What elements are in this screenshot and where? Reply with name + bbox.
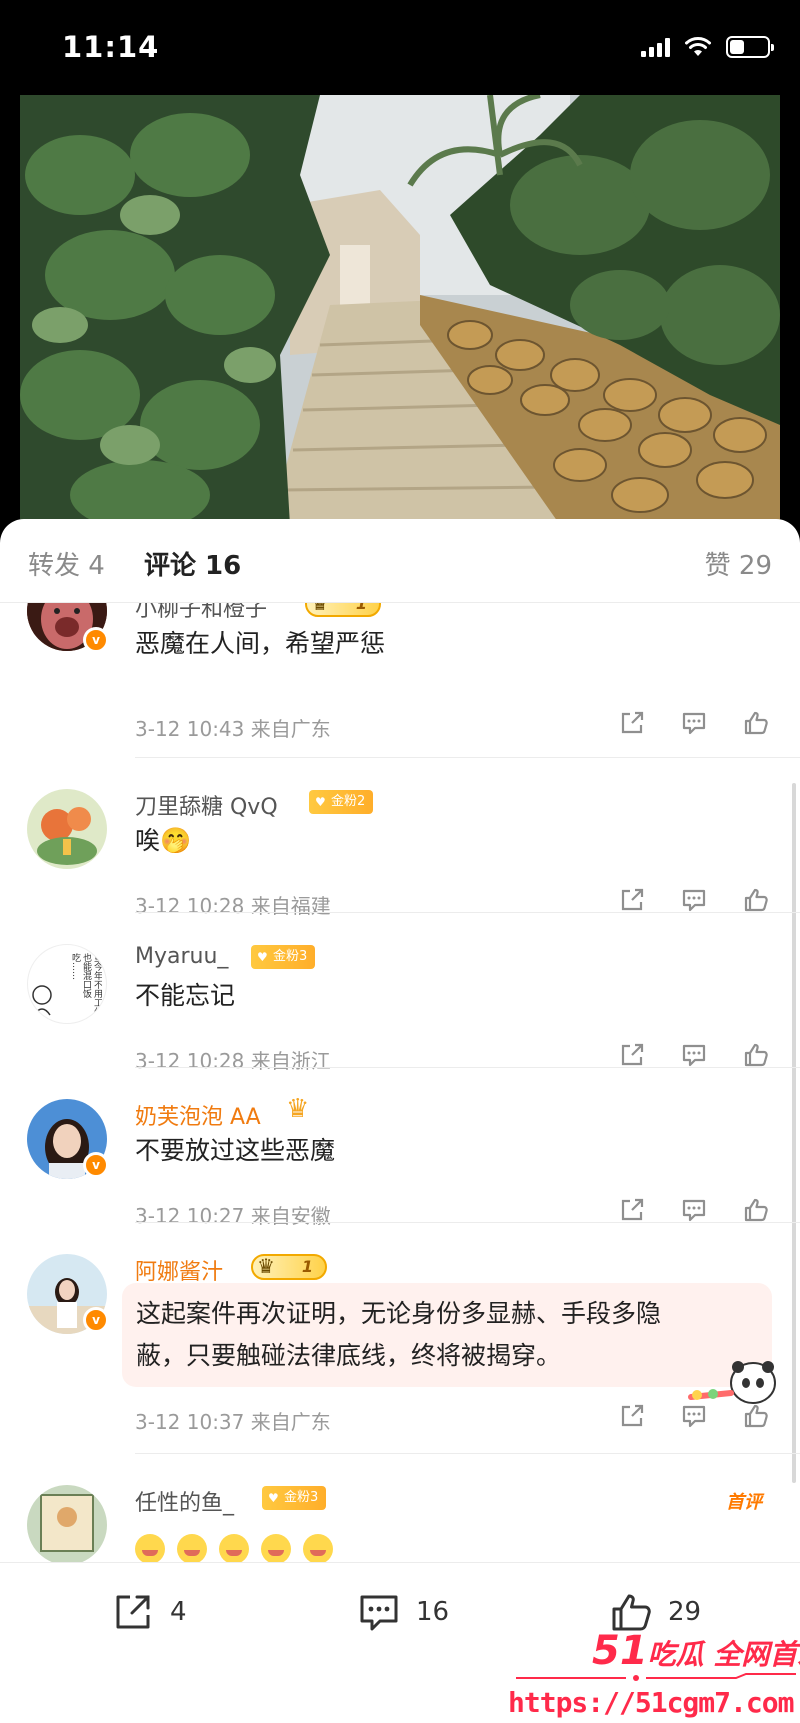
crown-icon: ♛ — [257, 1254, 275, 1278]
wifi-icon — [685, 37, 711, 56]
comment-item: v 阿娜酱汁 ♛ 1 这起案件再次证明，无论身份多显赫、手段多隐 蔽，只要触碰法… — [0, 1223, 800, 1454]
watermark-brand-text: 吃瓜 全网首发 — [647, 1638, 800, 1671]
comment-list[interactable]: v 小柳子和橙子 ♛ 1 恶魔在人间，希望严惩 3-12 10:43 来自广东 — [0, 603, 800, 1563]
like-count: 29 — [668, 1597, 702, 1627]
comment-username[interactable]: 奶芙泡泡 AA — [135, 1099, 261, 1131]
comment-text: 不要放过这些恶魔 — [135, 1136, 336, 1165]
comment-sheet: 转发 4 评论 16 赞 29 v 小柳子和橙子 ♛ 1 恶魔在人间，希望严惩 — [0, 519, 800, 1723]
fan-badge: 金粉3 — [251, 945, 316, 969]
video-frame-image — [20, 95, 780, 525]
verified-badge-icon: v — [83, 627, 109, 653]
laughing-crying-emoji-icon — [261, 1534, 291, 1563]
verified-badge-icon: v — [83, 1152, 109, 1178]
comment-actions — [618, 886, 770, 914]
reply-icon[interactable] — [680, 709, 708, 737]
laughing-crying-emoji-icon — [177, 1534, 207, 1563]
reply-icon[interactable] — [680, 1196, 708, 1224]
avatar-image — [27, 789, 107, 869]
avatar-sketch — [32, 985, 52, 1016]
like-icon[interactable] — [742, 709, 770, 737]
site-watermark: 51吃瓜 全网首发 https://51cgm7.com — [506, 1628, 800, 1723]
comment-username[interactable]: 任性的鱼_ — [135, 1485, 234, 1517]
comment-button[interactable]: 16 — [356, 1589, 449, 1635]
like-icon[interactable] — [742, 1196, 770, 1224]
status-time: 11:14 — [62, 30, 160, 64]
comment-location: 来自广东 — [250, 1410, 331, 1434]
member-level-badge: ♛ 1 — [305, 603, 381, 617]
repost-button[interactable]: 4 — [110, 1589, 187, 1635]
like-icon[interactable] — [742, 1402, 770, 1430]
avatar[interactable]: 望今年不用工作也能混口饭吃…… — [27, 944, 107, 1024]
status-icons — [641, 36, 774, 58]
comment-text: 恶魔在人间，希望严惩 — [135, 629, 386, 658]
comment-meta: 3-12 10:43 来自广东 — [135, 713, 331, 742]
tab-comments[interactable]: 评论 16 — [144, 545, 241, 582]
share-icon[interactable] — [618, 1402, 646, 1430]
cellular-signal-icon — [641, 37, 670, 57]
member-level: 1 — [301, 1257, 313, 1276]
like-icon[interactable] — [742, 1041, 770, 1069]
fan-badge: 金粉2 — [309, 790, 374, 814]
comment-text: 唉🤭 — [135, 826, 192, 855]
comment-text-line: 这起案件再次证明，无论身份多显赫、手段多隐 — [136, 1299, 662, 1328]
comment-count: 16 — [416, 1597, 450, 1627]
avatar[interactable] — [27, 789, 107, 869]
watermark-url: https://51cgm7.com — [508, 1686, 794, 1719]
comment-actions — [618, 709, 770, 737]
avatar[interactable] — [27, 1485, 107, 1563]
panda-sticker-icon — [688, 1361, 776, 1404]
watermark-brand-number: 51 — [592, 1628, 648, 1674]
comment-item: v 小柳子和橙子 ♛ 1 恶魔在人间，希望严惩 3-12 10:43 来自广东 — [0, 603, 800, 758]
comment-tabs: 转发 4 评论 16 赞 29 — [0, 519, 800, 603]
comment-item: 刀里舔糖 QvQ 金粉2 唉🤭 3-12 10:28 来自福建 — [0, 758, 800, 918]
laughing-crying-emoji-icon — [219, 1534, 249, 1563]
comment-time: 3-12 10:37 — [135, 1410, 245, 1434]
emoji-row — [135, 1534, 333, 1563]
share-icon[interactable] — [618, 1196, 646, 1224]
comment-meta: 3-12 10:37 来自广东 — [135, 1406, 331, 1435]
comment-time: 3-12 10:43 — [135, 717, 245, 741]
comment-location: 来自广东 — [250, 717, 331, 741]
comment-username[interactable]: 刀里舔糖 QvQ — [135, 789, 278, 821]
avatar-image — [27, 1485, 107, 1563]
video-player[interactable] — [20, 95, 780, 525]
share-icon[interactable] — [618, 709, 646, 737]
laughing-crying-emoji-icon — [135, 1534, 165, 1563]
battery-icon — [726, 36, 774, 58]
reply-icon[interactable] — [680, 886, 708, 914]
comment-item: 任性的鱼_ 金粉3 首评 — [0, 1454, 800, 1563]
tab-repost[interactable]: 转发 4 — [28, 545, 105, 582]
fan-badge: 金粉3 — [262, 1486, 327, 1510]
laughing-crying-emoji-icon — [303, 1534, 333, 1563]
comment-actions — [618, 1041, 770, 1069]
comment-item: v 奶芙泡泡 AA ♛ 不要放过这些恶魔 3-12 10:27 来自安徽 — [0, 1068, 800, 1228]
crown-icon: ♛ — [286, 1094, 310, 1124]
watermark-brand: 51吃瓜 全网首发 — [592, 1628, 800, 1674]
share-icon[interactable] — [618, 886, 646, 914]
comment-item: 望今年不用工作也能混口饭吃…… Myaruu_ 金粉3 不能忘记 3-12 10… — [0, 913, 800, 1073]
share-icon — [116, 1595, 150, 1629]
tab-likes[interactable]: 赞 29 — [705, 545, 772, 582]
watermark-circuit-lines — [516, 1673, 796, 1681]
first-comment-tag: 首评 — [726, 1492, 762, 1513]
member-level-badge: ♛ 1 — [251, 1254, 327, 1280]
comment-username[interactable]: Myaruu_ — [135, 944, 228, 969]
comment-username[interactable]: 阿娜酱汁 — [135, 1254, 223, 1286]
repost-count: 4 — [170, 1597, 187, 1627]
share-icon[interactable] — [618, 1041, 646, 1069]
comment-text: 不能忘记 — [135, 981, 236, 1010]
crown-icon: ♛ — [311, 603, 329, 615]
member-level: 1 — [355, 603, 367, 613]
comment-actions — [618, 1196, 770, 1224]
comment-icon — [360, 1595, 398, 1631]
comment-actions — [618, 1402, 770, 1430]
verified-badge-icon: v — [83, 1307, 109, 1333]
reply-icon[interactable] — [680, 1402, 708, 1430]
like-icon[interactable] — [742, 886, 770, 914]
comment-text-line: 蔽，只要触碰法律底线，终将被揭穿。 — [136, 1341, 562, 1370]
comment-username[interactable]: 小柳子和橙子 — [135, 603, 267, 623]
comment-text-bubble: 这起案件再次证明，无论身份多显赫、手段多隐 蔽，只要触碰法律底线，终将被揭穿。 — [122, 1283, 772, 1387]
reply-icon[interactable] — [680, 1041, 708, 1069]
status-bar: 11:14 — [0, 0, 800, 95]
